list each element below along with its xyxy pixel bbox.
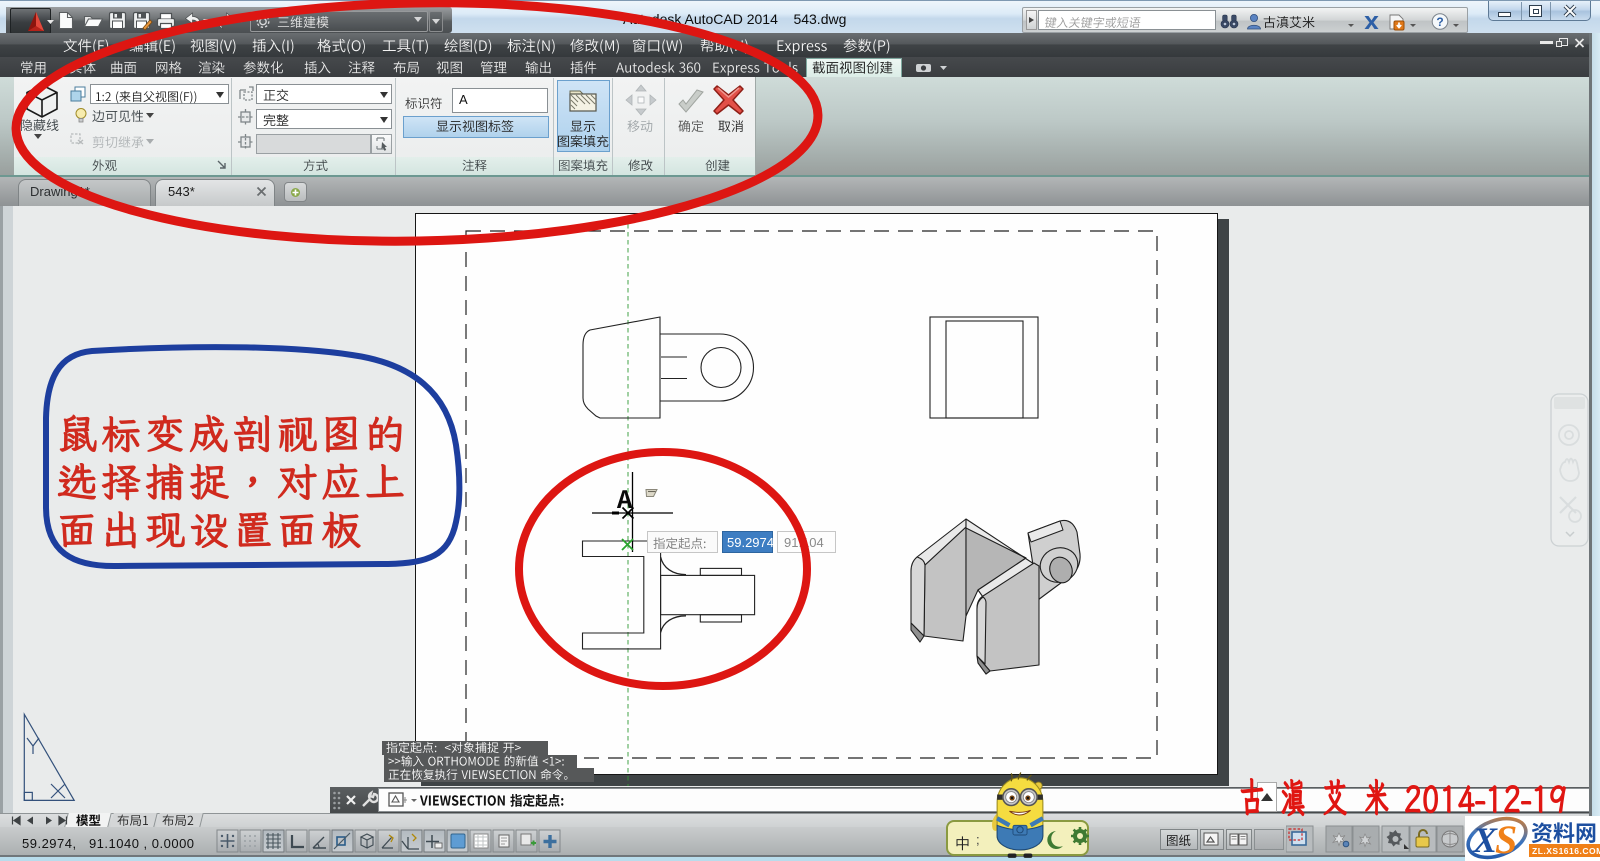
svg-text:S: S	[1495, 817, 1517, 861]
svg-text:;: ;	[976, 832, 980, 847]
svg-text:ZL.XS1616.COM: ZL.XS1616.COM	[1532, 846, 1600, 856]
svg-text:?: ?	[1436, 15, 1443, 29]
